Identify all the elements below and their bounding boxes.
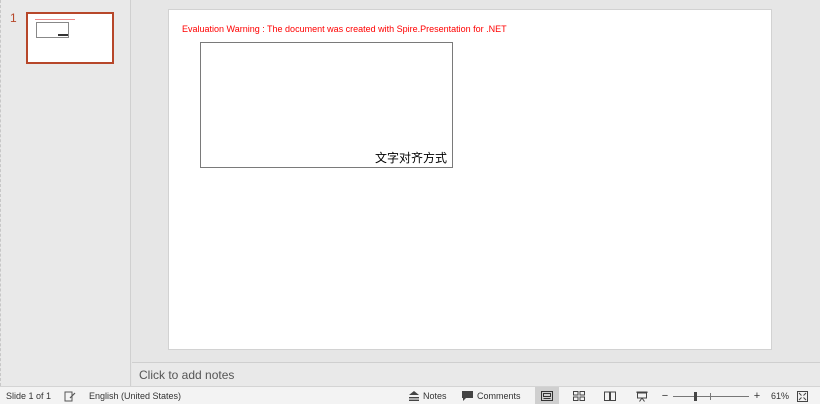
zoom-in-button[interactable]: + (752, 387, 762, 404)
thumbnail-preview (30, 16, 110, 60)
evaluation-warning: Evaluation Warning : The document was cr… (182, 24, 507, 34)
slide-thumbnail[interactable] (26, 12, 114, 64)
slide-canvas[interactable]: Evaluation Warning : The document was cr… (168, 9, 772, 350)
fit-to-window-icon (796, 390, 808, 402)
comments-label: Comments (477, 391, 521, 401)
zoom-level[interactable]: 61% (771, 387, 789, 404)
language-indicator[interactable]: English (United States) (89, 387, 181, 404)
slide-number: 1 (10, 11, 17, 25)
status-bar: Slide 1 of 1 English (United States) Not… (0, 386, 820, 404)
text-box-content[interactable]: 文字对齐方式 (375, 149, 447, 166)
zoom-slider-track (673, 396, 749, 397)
slide-sorter-icon (573, 391, 585, 401)
zoom-slider-center-tick (710, 393, 711, 400)
spell-check-icon[interactable] (64, 387, 76, 404)
slide-show-button[interactable] (630, 387, 654, 404)
notes-pane[interactable]: Click to add notes (132, 362, 820, 386)
notes-icon (409, 391, 419, 401)
fit-to-window-button[interactable] (796, 387, 808, 404)
zoom-slider-thumb[interactable] (693, 392, 697, 401)
reading-view-icon (604, 391, 616, 401)
slide-count[interactable]: Slide 1 of 1 (6, 387, 51, 404)
slide-editing-area: Evaluation Warning : The document was cr… (132, 0, 820, 362)
slide-show-icon (636, 391, 648, 402)
notes-button[interactable]: Notes (409, 387, 447, 404)
comments-button[interactable]: Comments (462, 387, 521, 404)
reading-view-button[interactable] (598, 387, 622, 404)
normal-view-button[interactable] (535, 387, 559, 404)
text-box[interactable]: 文字对齐方式 (200, 42, 453, 168)
thumbnail-pane: 1 (0, 0, 131, 386)
slide-sorter-button[interactable] (567, 387, 591, 404)
notes-placeholder[interactable]: Click to add notes (139, 368, 234, 382)
normal-view-icon (541, 391, 553, 401)
zoom-slider[interactable] (673, 387, 749, 404)
notes-label: Notes (423, 391, 447, 401)
thumbnail-text-line (58, 34, 68, 36)
comments-icon (462, 391, 473, 401)
zoom-out-button[interactable]: − (660, 387, 670, 404)
thumbnail-warning-line (35, 19, 75, 20)
